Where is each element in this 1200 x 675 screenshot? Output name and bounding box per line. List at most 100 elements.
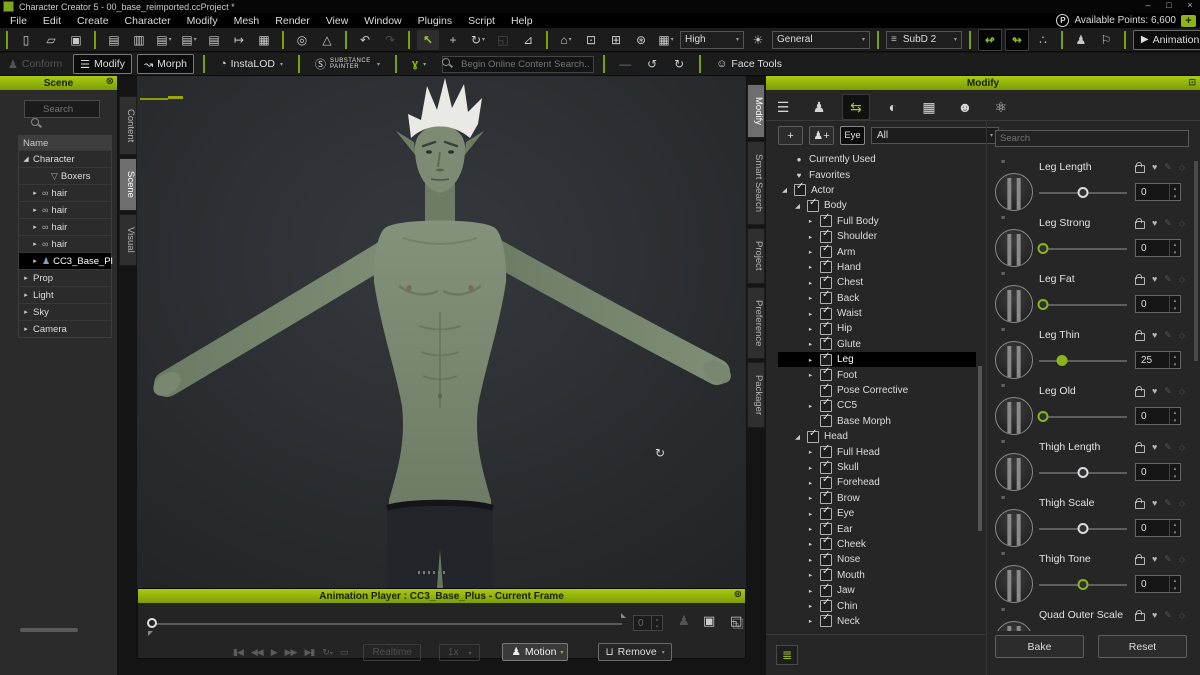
morph-tree-item-foot[interactable]: ▸Foot bbox=[778, 367, 976, 382]
instalod-button[interactable]: ◔ InstaLOD ▾ bbox=[214, 55, 289, 73]
checkbox-checked[interactable] bbox=[820, 600, 832, 612]
menu-render[interactable]: Render bbox=[267, 15, 317, 27]
checkbox-checked[interactable] bbox=[820, 415, 832, 427]
expand-arrow-icon[interactable]: ◢ bbox=[780, 186, 789, 194]
expand-arrow-icon[interactable]: ▸ bbox=[806, 510, 815, 518]
import-goz-button[interactable]: ▤ bbox=[103, 30, 125, 50]
tab-texture[interactable]: ▦ bbox=[916, 95, 942, 119]
menu-window[interactable]: Window bbox=[356, 15, 409, 27]
menu-create[interactable]: Create bbox=[69, 15, 117, 27]
open-project-button[interactable]: ▱ bbox=[40, 30, 62, 50]
morph-mode-button[interactable]: ↝ Morph bbox=[137, 54, 194, 74]
online-content-search-input[interactable] bbox=[442, 56, 594, 73]
checkbox-checked[interactable] bbox=[820, 477, 832, 489]
lock-icon[interactable] bbox=[1135, 445, 1145, 453]
expand-arrow-icon[interactable]: ▸ bbox=[806, 310, 815, 318]
undo-button[interactable]: ↶ bbox=[354, 30, 376, 50]
tab-morph[interactable]: ⇆ bbox=[842, 94, 870, 120]
value-spinner[interactable]: ▲▼ bbox=[1169, 520, 1180, 536]
spinner-up-icon[interactable]: ▲ bbox=[1173, 410, 1177, 415]
conform-button[interactable]: ♟ Conform bbox=[2, 55, 68, 73]
spinner-down-icon[interactable]: ▼ bbox=[1173, 306, 1177, 311]
expand-arrow-icon[interactable]: ▸ bbox=[806, 556, 815, 564]
morph-tree-item-eye[interactable]: ▸Eye bbox=[778, 506, 976, 521]
checkbox-checked[interactable] bbox=[820, 246, 832, 258]
morph-tree-item-base-morph[interactable]: Base Morph bbox=[778, 414, 976, 429]
lock-icon[interactable] bbox=[1135, 277, 1145, 285]
menu-plugins[interactable]: Plugins bbox=[410, 15, 460, 27]
checkbox-checked[interactable] bbox=[820, 369, 832, 381]
menu-file[interactable]: File bbox=[0, 15, 35, 27]
morph-tree-item-body[interactable]: ◢Body bbox=[778, 198, 976, 213]
bake-button[interactable]: Bake bbox=[995, 635, 1084, 658]
expand-arrow-icon[interactable]: ▸ bbox=[31, 240, 39, 248]
edit-icon[interactable]: ✎ bbox=[1164, 610, 1172, 621]
edit-icon[interactable]: ✎ bbox=[1164, 498, 1172, 509]
edit-motion-layer-button[interactable]: ↬ bbox=[1005, 29, 1029, 51]
expand-arrow-icon[interactable]: ▸ bbox=[806, 371, 815, 379]
reset-icon[interactable]: ◇ bbox=[1179, 499, 1185, 508]
add-points-button[interactable]: + bbox=[1181, 15, 1196, 27]
morph-tree-item-actor[interactable]: ◢Actor bbox=[778, 183, 976, 198]
slider-value-input[interactable]: 0▲▼ bbox=[1135, 295, 1181, 313]
value-spinner[interactable]: ▲▼ bbox=[1169, 240, 1180, 256]
import-fbx-button[interactable]: ▤▾ bbox=[178, 30, 200, 50]
name-column-header[interactable]: Name bbox=[19, 136, 111, 150]
proportion-button[interactable]: ∴ bbox=[1032, 30, 1054, 50]
expand-arrow-icon[interactable]: ▸ bbox=[806, 294, 815, 302]
expand-arrow-icon[interactable]: ◢ bbox=[22, 155, 30, 163]
list-view-icon[interactable]: ≣ bbox=[776, 645, 798, 665]
expand-arrow-icon[interactable]: ▸ bbox=[806, 217, 815, 225]
spinner-down-icon[interactable]: ▼ bbox=[1173, 418, 1177, 423]
spinner-up-icon[interactable]: ▲ bbox=[1173, 578, 1177, 583]
morph-tree-item-leg[interactable]: ▸Leg bbox=[778, 352, 976, 367]
value-spinner[interactable]: ▲▼ bbox=[1169, 576, 1180, 592]
viewport-3d[interactable] bbox=[137, 76, 746, 588]
menu-view[interactable]: View bbox=[318, 15, 357, 27]
slider-value-input[interactable]: 0▲▼ bbox=[1135, 575, 1181, 593]
frame-spinner[interactable]: ▲▼ bbox=[651, 616, 662, 630]
expand-arrow-icon[interactable]: ▸ bbox=[806, 325, 815, 333]
loop-button[interactable]: ↻▾ bbox=[322, 647, 332, 658]
render-style-select[interactable]: General▾ bbox=[772, 31, 870, 49]
morph-tree-item-waist[interactable]: ▸Waist bbox=[778, 306, 976, 321]
morph-tree-item-pose-corrective[interactable]: Pose Corrective bbox=[778, 383, 976, 398]
expand-arrow-icon[interactable]: ▸ bbox=[806, 356, 815, 364]
rotate-right-icon[interactable]: ↻ bbox=[668, 54, 690, 74]
reset-icon[interactable]: ◇ bbox=[1179, 331, 1185, 340]
lock-icon[interactable] bbox=[1135, 389, 1145, 397]
comment-button[interactable]: ▭ bbox=[340, 647, 348, 658]
scene-tree-item-prop[interactable]: ▸Prop bbox=[19, 269, 111, 286]
tab-visual[interactable]: Visual bbox=[119, 214, 137, 266]
lock-icon[interactable] bbox=[1135, 333, 1145, 341]
slider-track[interactable] bbox=[1039, 416, 1127, 418]
spinner-down-icon[interactable]: ▼ bbox=[1173, 586, 1177, 591]
morph-tree-item-hip[interactable]: ▸Hip bbox=[778, 321, 976, 336]
checkbox-checked[interactable] bbox=[807, 200, 819, 212]
calibration-button[interactable]: ♟ bbox=[1070, 30, 1092, 50]
add-morph-button[interactable]: + bbox=[778, 126, 803, 145]
reset-icon[interactable]: ◇ bbox=[1179, 163, 1185, 172]
reset-icon[interactable]: ◇ bbox=[1179, 275, 1185, 284]
home-view-button[interactable]: ⌂▾ bbox=[555, 30, 577, 50]
flag-button[interactable]: ⚐ bbox=[1095, 30, 1117, 50]
slider-thumb[interactable] bbox=[1078, 467, 1089, 478]
import-usd-button[interactable]: ▤ bbox=[203, 30, 225, 50]
expand-arrow-icon[interactable]: ▸ bbox=[31, 257, 39, 265]
expand-arrow-icon[interactable]: ▸ bbox=[806, 402, 815, 410]
edit-pose-button[interactable]: ↫ bbox=[978, 29, 1002, 51]
scene-tree-item-hair[interactable]: ▸∞hair bbox=[19, 218, 111, 235]
tab-project[interactable]: Project bbox=[747, 228, 765, 284]
value-spinner[interactable]: ▲▼ bbox=[1169, 184, 1180, 200]
collapse-panel-icon[interactable]: ⊡ bbox=[1188, 77, 1196, 88]
lock-icon[interactable] bbox=[1135, 221, 1145, 229]
scene-tree-item-sky[interactable]: ▸Sky bbox=[19, 303, 111, 320]
spinner-up-icon[interactable]: ▲ bbox=[1173, 298, 1177, 303]
select-tool-button[interactable]: ↖ bbox=[417, 30, 439, 50]
expand-arrow-icon[interactable]: ▸ bbox=[31, 223, 39, 231]
lock-icon[interactable] bbox=[1135, 501, 1145, 509]
spinner-down-icon[interactable]: ▼ bbox=[1173, 362, 1177, 367]
slider-track[interactable] bbox=[1039, 360, 1127, 362]
animation-player-header[interactable]: Animation Player : CC3_Base_Plus - Curre… bbox=[138, 589, 745, 603]
favorite-icon[interactable]: ♥ bbox=[1152, 610, 1157, 620]
